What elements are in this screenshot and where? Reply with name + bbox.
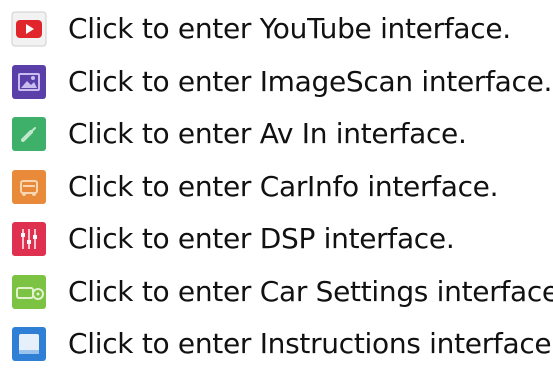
instruction-list: Click to enter YouTube interface. Click …: [11, 3, 553, 371]
car-settings-label: Click to enter Car Settings interface.: [68, 274, 553, 308]
list-item-instructions: Click to enter Instructions interface.: [11, 318, 553, 371]
youtube-icon: [11, 11, 47, 47]
list-item-carinfo: Click to enter CarInfo interface.: [11, 161, 551, 214]
carinfo-label: Click to enter CarInfo interface.: [68, 169, 499, 203]
av-in-label: Click to enter Av In interface.: [68, 117, 467, 151]
car-info-icon: [11, 169, 47, 205]
car-settings-icon: [11, 274, 47, 310]
youtube-label: Click to enter YouTube interface.: [68, 12, 511, 46]
list-item-imagescan: Click to enter ImageScan interface.: [11, 56, 553, 109]
list-item-car-settings: Click to enter Car Settings interface.: [11, 266, 553, 319]
list-item-youtube: Click to enter YouTube interface.: [11, 3, 551, 56]
av-in-icon: [11, 116, 47, 152]
list-item-dsp: Click to enter DSP interface.: [11, 213, 551, 266]
imagescan-label: Click to enter ImageScan interface.: [68, 64, 553, 98]
list-item-av-in: Click to enter Av In interface.: [11, 108, 551, 161]
dsp-icon: [11, 221, 47, 257]
image-scan-icon: [11, 64, 47, 100]
instructions-label: Click to enter Instructions interface.: [68, 327, 553, 361]
dsp-label: Click to enter DSP interface.: [68, 222, 455, 256]
instructions-icon: [11, 326, 47, 362]
